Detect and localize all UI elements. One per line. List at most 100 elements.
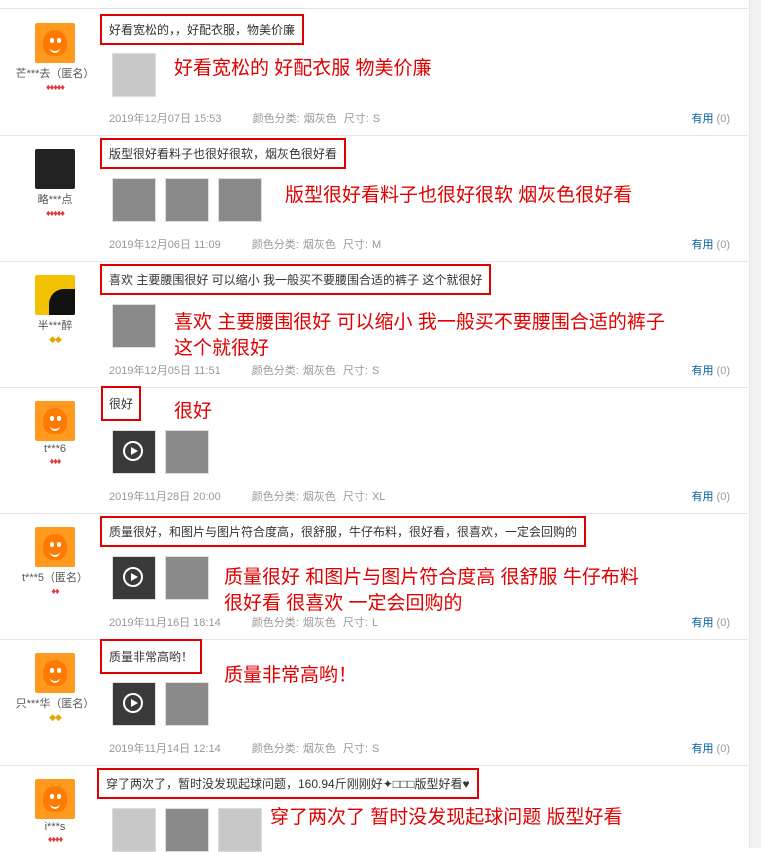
useful-button[interactable]: 有用 (0) [691, 110, 730, 126]
color-label: 颜色分类: [251, 743, 299, 755]
size-value: M [371, 239, 382, 251]
color-value: 烟灰色 [302, 617, 336, 629]
review-date: 2019年11月16日 18:14 [109, 617, 221, 629]
size-label: 尺寸: [342, 491, 368, 503]
useful-button[interactable]: 有用 (0) [691, 488, 730, 504]
useful-label[interactable]: 有用 [691, 491, 713, 503]
reviewer-name: 半***醉 [37, 320, 73, 332]
avatar[interactable] [35, 149, 75, 189]
review-photo-thumbnail[interactable] [112, 53, 156, 97]
review-photo-thumbnail[interactable] [218, 808, 262, 852]
color-label: 颜色分类: [251, 491, 299, 503]
review-video-thumbnail[interactable] [112, 430, 156, 474]
reviewer-level-badges: ♦♦♦ [49, 456, 62, 466]
review-photo-thumbnail[interactable] [165, 682, 209, 726]
avatar[interactable] [35, 779, 75, 819]
reviewer: t***5（匿名） ♦♦ [0, 513, 110, 596]
annotation-note: 喜欢 主要腰围很好 可以缩小 我一般买不要腰围合适的裤子 [174, 312, 665, 333]
reviewer-level-badges: ♦♦♦♦♦ [46, 82, 65, 92]
reviewer-level-badges: ♦♦♦♦ [47, 834, 63, 844]
avatar[interactable] [35, 23, 75, 63]
size-label: 尺寸: [342, 239, 368, 251]
review-meta: 2019年11月16日 18:14 颜色分类: 烟灰色 尺寸: L [109, 614, 382, 630]
color-label: 颜色分类: [251, 365, 299, 377]
annotation-note: 很好 [174, 401, 213, 422]
size-value: S [371, 743, 380, 755]
review-video-thumbnail[interactable] [112, 682, 156, 726]
avatar[interactable] [35, 527, 75, 567]
annotation-note-line2: 这个就很好 [174, 338, 270, 359]
useful-label[interactable]: 有用 [691, 743, 713, 755]
useful-button[interactable]: 有用 (0) [691, 740, 730, 756]
review-photos [112, 178, 262, 222]
review-photo-thumbnail[interactable] [112, 304, 156, 348]
color-value: 烟灰色 [302, 239, 336, 251]
annotation-note: 质量非常高哟！ [224, 665, 358, 686]
review-photos [112, 53, 156, 97]
review-photo-thumbnail[interactable] [165, 556, 209, 600]
review-item: t***6 ♦♦♦ 很好 很好 2019年11月28日 20:00 颜色分类: 烟… [0, 386, 748, 514]
review-text: 质量非常高哟！ [100, 639, 203, 674]
reviewer-name: t***5（匿名） [21, 572, 89, 584]
review-photo-thumbnail[interactable] [165, 178, 209, 222]
review-item: 只***华（匿名） ◆◆ 质量非常高哟！ 质量非常高哟！ 2019年11月14日… [0, 639, 748, 766]
review-photo-thumbnail[interactable] [165, 430, 209, 474]
avatar[interactable] [35, 275, 75, 315]
review-date: 2019年12月05日 11:51 [109, 365, 221, 377]
review-item: 略***点 ♦♦♦♦♦ 版型很好看料子也很好很软，烟灰色很好看 版型很好看料子也… [0, 135, 748, 262]
avatar[interactable] [35, 653, 75, 693]
reviewer-name: 芒***去（匿名） [15, 68, 95, 80]
size-label: 尺寸: [342, 743, 368, 755]
annotation-note: 好看宽松的 好配衣服 物美价廉 [174, 58, 432, 79]
play-icon[interactable] [123, 693, 143, 713]
review-photo-thumbnail[interactable] [112, 178, 156, 222]
avatar[interactable] [35, 401, 75, 441]
reviewer: 半***醉 ◆◆ [0, 261, 110, 345]
review-text: 很好 [101, 386, 142, 421]
review-photos [112, 430, 209, 474]
review-photos [112, 808, 262, 852]
review-meta: 2019年11月28日 20:00 颜色分类: 烟灰色 尺寸: XL [109, 488, 389, 504]
useful-count: (0) [716, 239, 730, 251]
reviewer-name: t***6 [43, 443, 67, 455]
useful-button[interactable]: 有用 (0) [691, 614, 730, 630]
reviewer-name: 略***点 [37, 194, 73, 206]
size-value: S [371, 365, 380, 377]
size-label: 尺寸: [342, 617, 368, 629]
useful-label[interactable]: 有用 [691, 617, 713, 629]
review-photo-thumbnail[interactable] [218, 178, 262, 222]
review-video-thumbnail[interactable] [112, 556, 156, 600]
useful-label[interactable]: 有用 [691, 239, 713, 251]
useful-button[interactable]: 有用 (0) [691, 236, 730, 252]
annotation-note: 质量很好 和图片与图片符合度高 很舒服 牛仔布料 [224, 567, 639, 588]
play-icon[interactable] [123, 567, 143, 587]
review-item: 半***醉 ◆◆ 喜欢 主要腰围很好 可以缩小 我一般买不要腰围合适的裤子 这个… [0, 261, 748, 388]
reviewer-level-badges: ◆◆ [49, 712, 62, 722]
play-icon[interactable] [123, 441, 143, 461]
review-item: t***5（匿名） ♦♦ 质量很好，和图片与图片符合度高，很舒服，牛仔布料，很好… [0, 513, 748, 640]
review-photo-thumbnail[interactable] [112, 808, 156, 852]
reviewer: i***s ♦♦♦♦ [0, 765, 110, 844]
reviewer: 只***华（匿名） ◆◆ [0, 639, 110, 723]
size-value: L [371, 617, 379, 629]
color-label: 颜色分类: [251, 617, 299, 629]
useful-label[interactable]: 有用 [691, 365, 713, 377]
annotation-note: 穿了两次了 暂时没发现起球问题 版型好看 [270, 807, 623, 828]
scrollbar[interactable] [749, 0, 761, 848]
review-text: 质量很好，和图片与图片符合度高，很舒服，牛仔布料，很好看，很喜欢，一定会回购的 [100, 516, 587, 547]
review-photos [112, 304, 156, 348]
review-photo-thumbnail[interactable] [165, 808, 209, 852]
review-date: 2019年12月06日 11:09 [109, 239, 221, 251]
size-label: 尺寸: [342, 365, 368, 377]
color-value: 烟灰色 [302, 365, 336, 377]
review-photos [112, 556, 209, 600]
reviewer-level-badges: ◆◆ [49, 334, 62, 344]
useful-label[interactable]: 有用 [691, 113, 713, 125]
useful-button[interactable]: 有用 (0) [691, 362, 730, 378]
reviewer: 芒***去（匿名） ♦♦♦♦♦ [0, 9, 110, 92]
reviewer-name: i***s [44, 821, 66, 833]
review-text: 版型很好看料子也很好很软，烟灰色很好看 [100, 138, 347, 169]
review-text: 穿了两次了，暂时没发现起球问题，160.94斤刚刚好✦□□□版型好看♥ [97, 768, 479, 799]
useful-count: (0) [716, 617, 730, 629]
reviewer-level-badges: ♦♦ [51, 586, 59, 596]
